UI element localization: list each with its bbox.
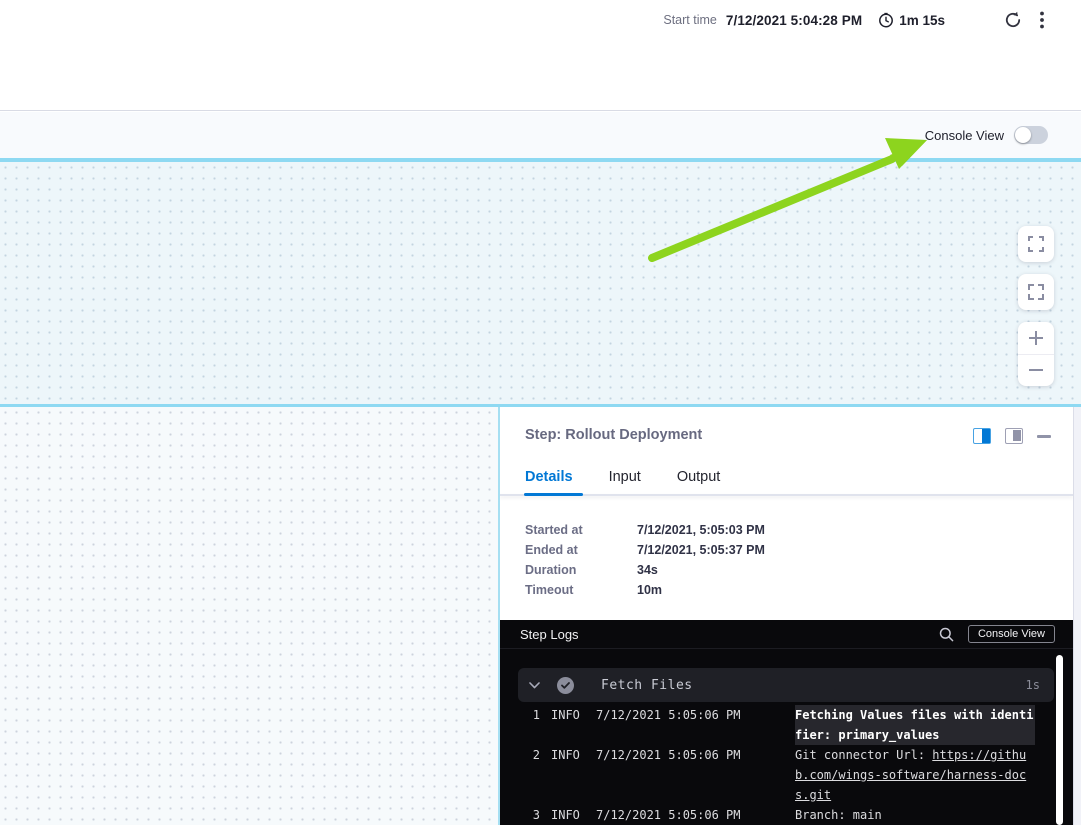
plus-icon <box>1028 330 1044 346</box>
detail-value: 34s <box>637 563 658 577</box>
minus-icon <box>1028 362 1044 378</box>
detail-label: Timeout <box>525 583 637 597</box>
step-logs-header: Step Logs Console View <box>500 620 1073 649</box>
elapsed-duration: 1m 15s <box>899 13 945 28</box>
chevron-down-icon <box>529 682 540 689</box>
detail-row: Started at7/12/2021, 5:05:03 PM <box>525 520 765 540</box>
zoom-out-button[interactable] <box>1018 355 1054 387</box>
kebab-menu-button[interactable] <box>1039 10 1045 30</box>
clock-icon <box>878 12 894 28</box>
top-bar: Start time 7/12/2021 5:04:28 PM 1m 15s <box>0 0 1081 111</box>
panel-view-icon[interactable] <box>1005 428 1023 444</box>
start-time-value: 7/12/2021 5:04:28 PM <box>726 13 862 28</box>
fullscreen-icon <box>1028 236 1044 252</box>
search-icon[interactable] <box>939 627 954 642</box>
panel-divider <box>498 407 500 825</box>
log-line: 1 INFO 7/12/2021 5:05:06 PM Fetching Values… <box>518 705 1054 745</box>
step-logs-panel: Step Logs Console View Fetch Files 1s 1I… <box>500 620 1073 825</box>
console-view-toggle[interactable] <box>1014 126 1048 144</box>
log-message: Fetching Values files with identifier: p… <box>795 705 1035 745</box>
log-line: 3 INFO 7/12/2021 5:05:06 PM Branch: main <box>518 805 1054 825</box>
zoom-in-button[interactable] <box>1018 322 1054 355</box>
refresh-icon <box>1003 10 1023 30</box>
log-message: Git connector Url: https://github.com/wi… <box>795 745 1035 805</box>
detail-label: Ended at <box>525 543 637 557</box>
detail-row: Duration34s <box>525 560 765 580</box>
view-toggle-strip: Console View <box>0 112 1081 158</box>
log-lines: 1 INFO 7/12/2021 5:05:06 PM Fetching Values… <box>518 705 1054 825</box>
log-message: Branch: main <box>795 805 1035 825</box>
detail-label: Started at <box>525 523 637 537</box>
start-time-label: Start time <box>663 13 717 27</box>
log-timestamp: 7/12/2021 5:05:06 PM <box>596 805 748 825</box>
console-view-label: Console View <box>925 128 1004 143</box>
active-tab-underline <box>524 493 583 496</box>
detail-value: 7/12/2021, 5:05:37 PM <box>637 543 765 557</box>
logs-console-view-button[interactable]: Console View <box>968 625 1055 643</box>
canvas-fullscreen-button[interactable] <box>1018 226 1054 262</box>
tab-output[interactable]: Output <box>677 469 721 497</box>
detail-label: Duration <box>525 563 637 577</box>
step-logs-title: Step Logs <box>520 627 579 642</box>
toggle-knob <box>1015 127 1031 143</box>
panel-scrollbar-track[interactable] <box>1073 405 1081 825</box>
log-line: 2 INFO 7/12/2021 5:05:06 PM Git connector U… <box>518 745 1054 805</box>
group-success-icon <box>557 677 574 694</box>
panel-title: Step: Rollout Deployment <box>525 427 702 443</box>
log-timestamp: 7/12/2021 5:05:06 PM <box>596 705 748 745</box>
refresh-button[interactable] <box>1003 10 1023 30</box>
log-group-row[interactable]: Fetch Files 1s <box>518 668 1054 702</box>
log-level: INFO <box>551 745 585 805</box>
logs-scrollbar-thumb[interactable] <box>1056 655 1063 825</box>
canvas-select-button[interactable] <box>1018 274 1054 310</box>
log-group-name: Fetch Files <box>601 678 693 693</box>
tab-input[interactable]: Input <box>609 469 641 497</box>
detail-row: Timeout10m <box>525 580 765 600</box>
detail-row: Ended at7/12/2021, 5:05:37 PM <box>525 540 765 560</box>
log-line-number: 2 <box>518 745 540 805</box>
detail-value: 10m <box>637 583 662 597</box>
log-line-number: 1 <box>518 705 540 745</box>
log-line-number: 3 <box>518 805 540 825</box>
kebab-icon <box>1039 10 1045 30</box>
log-level: INFO <box>551 805 585 825</box>
stage-graph-canvas[interactable] <box>0 162 1081 405</box>
execution-graph-canvas[interactable]: Execution Rollout Deployment <box>0 407 498 825</box>
details-table: Started at7/12/2021, 5:05:03 PMEnded at7… <box>525 520 765 600</box>
marquee-select-icon <box>1028 284 1044 300</box>
log-group-duration: 1s <box>1026 678 1040 692</box>
zoom-controls <box>1018 322 1054 386</box>
log-link[interactable]: https://github.com/wings-software/harnes… <box>795 748 1026 802</box>
log-timestamp: 7/12/2021 5:05:06 PM <box>596 745 748 805</box>
detail-value: 7/12/2021, 5:05:03 PM <box>637 523 765 537</box>
log-level: INFO <box>551 705 585 745</box>
split-view-icon[interactable] <box>973 428 991 444</box>
canvas-divider <box>0 404 1081 407</box>
tabs-divider <box>500 494 1073 496</box>
minimize-panel-icon[interactable] <box>1037 435 1051 438</box>
